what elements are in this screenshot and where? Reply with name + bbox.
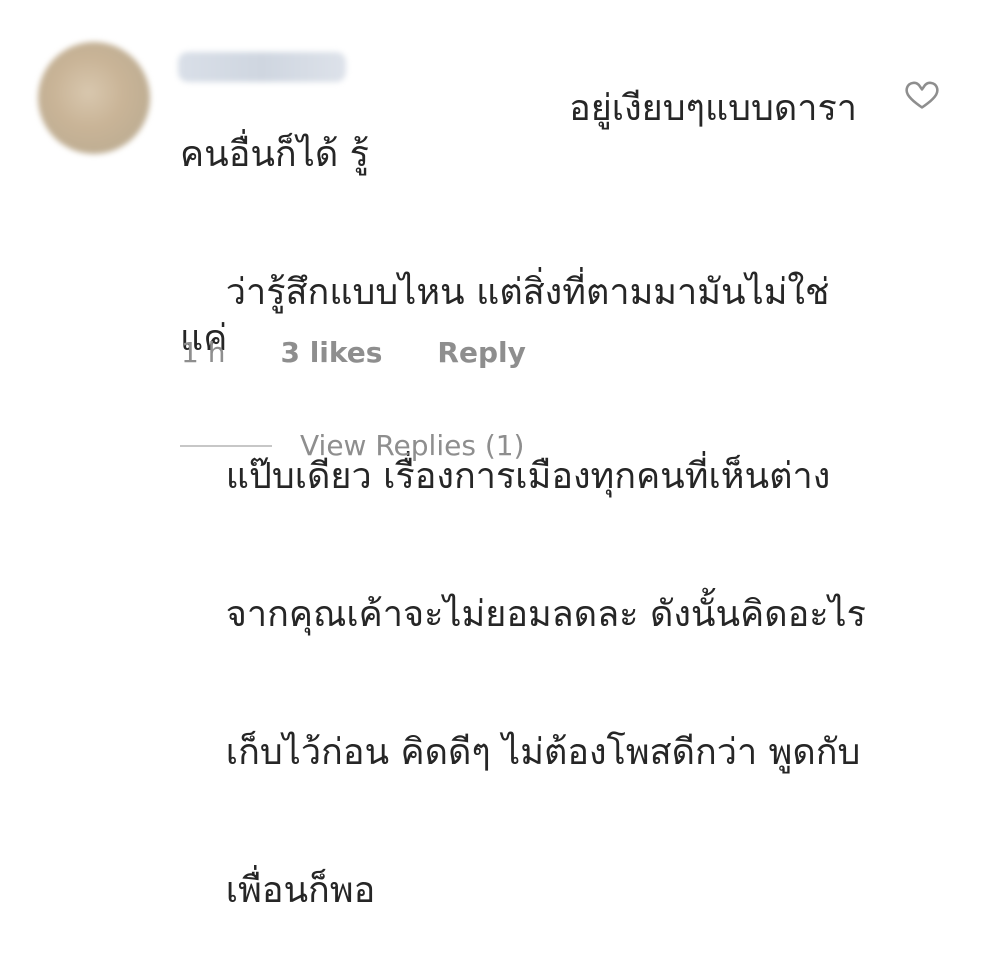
comment-time: 1 h	[181, 336, 226, 369]
comment-text: อยู่เงียบๆแบบดาราคนอื่นก็ได้ รู้ ว่ารู้ส…	[180, 40, 870, 960]
comment-line-5: เก็บไว้ก่อน คิดดีๆ ไม่ต้องโพสดีกว่า พูดก…	[225, 732, 861, 773]
comment-line-6: เพื่อนก็พอ	[225, 870, 376, 911]
likes-count[interactable]: 3 likes	[280, 336, 382, 369]
comment-line-4: จากคุณเค้าจะไม่ยอมลดละ ดังนั้นคิดอะไร	[225, 594, 866, 635]
reply-button[interactable]: Reply	[437, 336, 525, 369]
comment-meta: 1 h 3 likes Reply	[181, 336, 526, 369]
view-replies-label[interactable]: View Replies (1)	[300, 429, 524, 462]
avatar[interactable]	[38, 42, 150, 154]
view-replies[interactable]: View Replies (1)	[180, 429, 524, 462]
replies-divider	[180, 444, 272, 447]
heart-icon[interactable]	[905, 78, 939, 110]
comment-item: อยู่เงียบๆแบบดาราคนอื่นก็ได้ รู้ ว่ารู้ส…	[0, 0, 1000, 911]
comment-line-3: แป๊บเดียว เรื่องการเมืองทุกคนที่เห็นต่าง	[225, 456, 831, 497]
comment-line-1: อยู่เงียบๆแบบดาราคนอื่นก็ได้ รู้	[180, 88, 858, 175]
